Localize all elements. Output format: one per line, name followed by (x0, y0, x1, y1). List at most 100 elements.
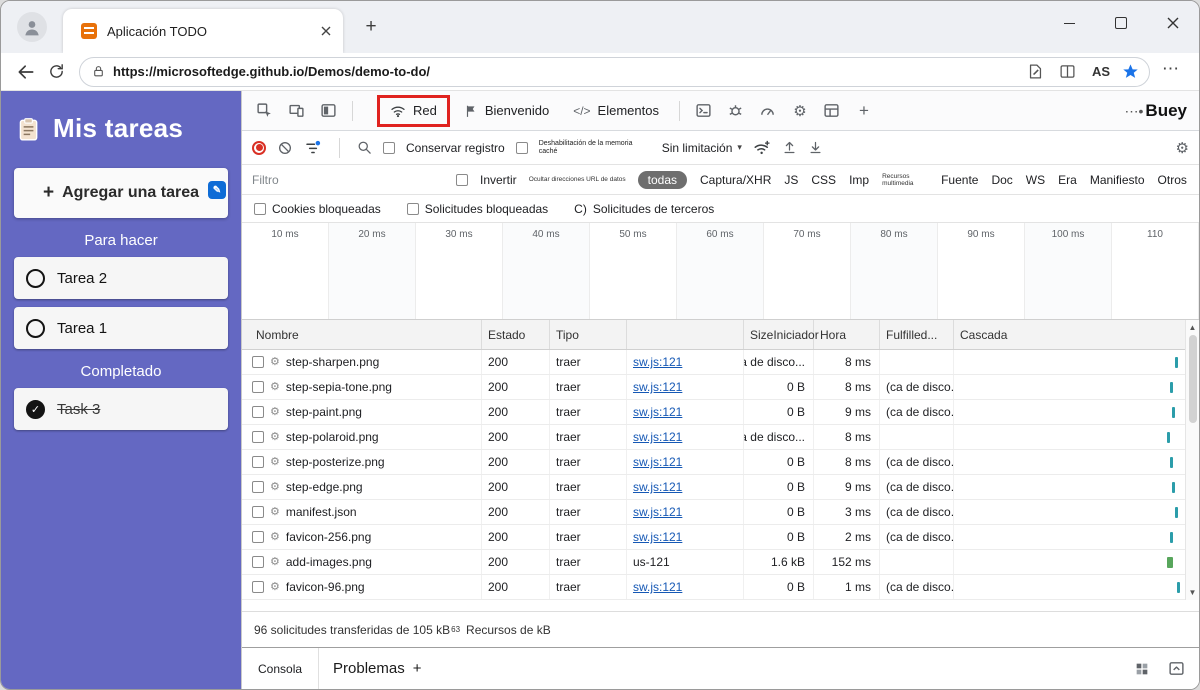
network-request-row[interactable]: ⚙ favicon-96.png 200 traer sw.js:121 0 B… (242, 575, 1199, 600)
request-checkbox[interactable] (252, 406, 264, 418)
column-header-type[interactable]: Tipo (550, 320, 627, 349)
network-request-row[interactable]: ⚙ manifest.json 200 traer sw.js:121 0 B … (242, 500, 1199, 525)
request-initiator-link[interactable]: sw.js:121 (633, 430, 682, 444)
preserve-log-checkbox[interactable] (383, 142, 395, 154)
performance-button[interactable] (754, 97, 782, 125)
timeline-ruler[interactable]: 10 ms20 ms30 ms40 ms50 ms60 ms70 ms80 ms… (242, 223, 1199, 320)
blocked-cookies-option[interactable]: Cookies bloqueadas (254, 202, 381, 216)
refresh-button[interactable] (41, 57, 71, 87)
network-settings-gear-icon[interactable]: ⚙ (1176, 139, 1189, 157)
debug-button[interactable] (722, 97, 750, 125)
filter-chip-recursos-multimedia[interactable]: Recursos multimedia (882, 173, 928, 187)
filter-chip-era[interactable]: Era (1058, 173, 1077, 187)
column-header-fulfilled[interactable]: Fulfilled... (880, 320, 954, 349)
scrollbar-thumb[interactable] (1189, 335, 1197, 423)
drawer-tab-problems[interactable]: Problemas (333, 660, 405, 677)
network-request-row[interactable]: ⚙ favicon-256.png 200 traer sw.js:121 0 … (242, 525, 1199, 550)
maximize-button[interactable] (1095, 1, 1147, 45)
back-button[interactable] (11, 57, 41, 87)
filter-icon[interactable] (304, 139, 322, 157)
add-task-button[interactable]: + Agregar una tarea ✎ (14, 168, 228, 218)
close-button[interactable] (1147, 1, 1199, 45)
filter-chip-fuente[interactable]: Fuente (941, 173, 978, 187)
tab-network[interactable]: Red (377, 95, 450, 127)
request-checkbox[interactable] (252, 356, 264, 368)
network-request-row[interactable]: ⚙ step-edge.png 200 traer sw.js:121 0 B … (242, 475, 1199, 500)
filter-chip-ws[interactable]: WS (1026, 173, 1045, 187)
task-item[interactable]: Tarea 2 (14, 257, 228, 299)
request-checkbox[interactable] (252, 381, 264, 393)
console-drawer-button[interactable] (690, 97, 718, 125)
filter-input[interactable]: Filtro (252, 173, 444, 187)
drawer-add-button[interactable]: + (413, 660, 422, 677)
filter-chip-imp[interactable]: Imp (849, 173, 869, 187)
throttling-dropdown[interactable]: Sin limitación ▾ (662, 141, 742, 155)
request-initiator-link[interactable]: sw.js:121 (633, 380, 682, 394)
application-panel-button[interactable] (818, 97, 846, 125)
drawer-layout-icon[interactable] (1134, 661, 1150, 677)
column-header-size-initiator[interactable]: SizeIniciador (744, 320, 814, 349)
column-header-time[interactable]: Hora (814, 320, 880, 349)
task-checkbox-icon[interactable] (26, 319, 45, 338)
column-header-size[interactable]: Size (750, 328, 773, 342)
task-checked-icon[interactable]: ✓ (26, 400, 45, 419)
minimize-button[interactable] (1043, 1, 1095, 45)
filter-chip-doc[interactable]: Doc (991, 173, 1012, 187)
network-request-row[interactable]: ⚙ add-images.png 200 traer us-121 1.6 kB… (242, 550, 1199, 575)
scroll-down-icon[interactable]: ▼ (1189, 588, 1197, 597)
request-initiator-link[interactable]: us-121 (633, 555, 670, 569)
request-checkbox[interactable] (252, 506, 264, 518)
tab-welcome[interactable]: Bienvenido (454, 95, 559, 127)
favorite-star-icon[interactable] (1122, 63, 1139, 80)
split-screen-button[interactable] (1056, 60, 1080, 84)
request-checkbox[interactable] (252, 531, 264, 543)
request-checkbox[interactable] (252, 581, 264, 593)
request-checkbox[interactable] (252, 431, 264, 443)
request-initiator-link[interactable]: sw.js:121 (633, 405, 682, 419)
request-initiator-link[interactable]: sw.js:121 (633, 580, 682, 594)
dock-side-button[interactable] (314, 97, 342, 125)
new-tab-button[interactable]: + (359, 15, 383, 39)
invert-checkbox[interactable] (456, 174, 468, 186)
web-capture-button[interactable] (1024, 60, 1048, 84)
drawer-tab-console[interactable]: Consola (242, 648, 319, 689)
more-tabs-button[interactable]: + (850, 97, 878, 125)
clear-icon[interactable] (277, 140, 293, 156)
request-initiator-link[interactable]: sw.js:121 (633, 455, 682, 469)
browser-tab[interactable]: Aplicación TODO (63, 9, 343, 53)
request-initiator-link[interactable]: sw.js:121 (633, 530, 682, 544)
profile-initials[interactable]: AS (1088, 64, 1114, 79)
request-checkbox[interactable] (252, 456, 264, 468)
filter-chip-otros[interactable]: Otros (1158, 173, 1187, 187)
task-item[interactable]: Tarea 1 (14, 307, 228, 349)
tab-close-icon[interactable] (321, 26, 331, 36)
network-request-row[interactable]: ⚙ step-sepia-tone.png 200 traer sw.js:12… (242, 375, 1199, 400)
url-field[interactable]: https://microsoftedge.github.io/Demos/de… (79, 57, 1150, 87)
filter-chip-captura-xhr[interactable]: Captura/XHR (700, 173, 771, 187)
export-har-icon[interactable] (808, 140, 823, 155)
blocked-requests-option[interactable]: Solicitudes bloqueadas (407, 202, 548, 216)
request-checkbox[interactable] (252, 481, 264, 493)
edit-badge-icon[interactable]: ✎ (208, 181, 226, 199)
network-request-row[interactable]: ⚙ step-sharpen.png 200 traer sw.js:121 (… (242, 350, 1199, 375)
network-request-row[interactable]: ⚙ step-polaroid.png 200 traer sw.js:121 … (242, 425, 1199, 450)
network-request-row[interactable]: ⚙ step-paint.png 200 traer sw.js:121 0 B… (242, 400, 1199, 425)
tab-elements[interactable]: </> Elementos (563, 95, 669, 127)
overflow-dots-icon[interactable]: ⋯• (1125, 103, 1144, 120)
disable-cache-checkbox[interactable] (516, 142, 528, 154)
column-header-initiator[interactable]: Iniciador (773, 328, 818, 342)
filter-chip-manifiesto[interactable]: Manifiesto (1090, 173, 1145, 187)
table-scrollbar[interactable]: ▲ ▼ (1185, 320, 1199, 600)
request-initiator-link[interactable]: sw.js:121 (633, 355, 682, 369)
device-emulation-button[interactable] (282, 97, 310, 125)
task-checkbox-icon[interactable] (26, 269, 45, 288)
settings-button[interactable]: ⚙ (786, 97, 814, 125)
network-request-row[interactable]: ⚙ step-posterize.png 200 traer sw.js:121… (242, 450, 1199, 475)
request-initiator-link[interactable]: sw.js:121 (633, 505, 682, 519)
record-icon[interactable] (252, 141, 266, 155)
filter-chip-css[interactable]: CSS (811, 173, 836, 187)
request-initiator-link[interactable]: sw.js:121 (633, 480, 682, 494)
third-party-option[interactable]: C) Solicitudes de terceros (574, 202, 714, 216)
expand-drawer-icon[interactable] (1168, 660, 1185, 677)
filter-chip-js[interactable]: JS (784, 173, 798, 187)
